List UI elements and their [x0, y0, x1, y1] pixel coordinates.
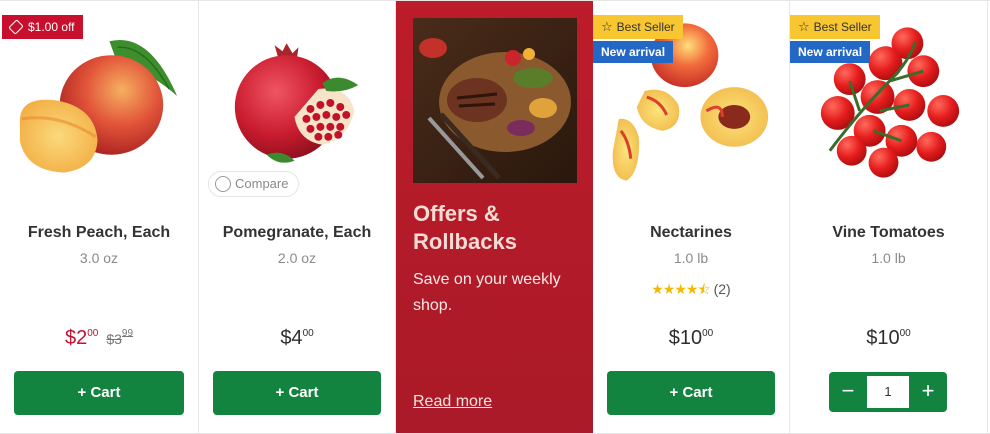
grilled-steak-image[interactable]	[413, 18, 577, 183]
discount-badge: $1.00 off	[2, 15, 83, 39]
best-seller-label: Best Seller	[813, 20, 872, 34]
best-seller-label: Best Seller	[616, 20, 675, 34]
product-name[interactable]: Pomegranate, Each	[199, 224, 395, 242]
add-to-cart-button[interactable]: + Cart	[607, 371, 775, 415]
was-price: $399	[106, 328, 134, 347]
promo-title: Offers & Rollbacks	[413, 201, 517, 254]
price-cents: 00	[302, 328, 314, 339]
add-to-cart-button[interactable]: + Cart	[14, 371, 184, 415]
product-card-peach[interactable]: $1.00 off Fresh Peach, Each 3.0 oz $200 $…	[0, 1, 199, 433]
product-card-pomegranate[interactable]: Compare Pomegranate, Each 2.0 oz $400 + …	[199, 1, 396, 433]
price-dollars: $10	[668, 327, 703, 349]
compare-circle-icon[interactable]	[215, 176, 231, 192]
new-arrival-badge: New arrival	[790, 41, 871, 63]
price-dollars: $2	[64, 327, 88, 349]
product-card-vine-tomatoes[interactable]: ☆ Best Seller New arrival Vine Tomatoes 1…	[790, 1, 988, 433]
rating-count: (2)	[713, 281, 731, 297]
product-size: 1.0 lb	[871, 250, 906, 266]
price-cents: 00	[899, 328, 911, 339]
promo-card[interactable]: Offers & Rollbacks Save on your weekly s…	[396, 1, 593, 433]
promo-text: Save on your weekly shop.	[413, 271, 561, 314]
product-card-nectarines[interactable]: ☆ Best Seller New arrival Nectarines 1.0 …	[593, 1, 790, 433]
price-cents: 00	[702, 328, 714, 339]
price-cents: 00	[87, 328, 99, 339]
star-outline-icon: ☆	[798, 19, 810, 34]
product-name[interactable]: Vine Tomatoes	[790, 224, 987, 242]
product-size: 1.0 lb	[673, 250, 709, 266]
price-dollars: $10	[866, 327, 900, 349]
best-seller-badge: ☆ Best Seller	[790, 15, 880, 39]
best-seller-badge: ☆ Best Seller	[593, 15, 683, 39]
quantity-stepper[interactable]: − 1 +	[829, 372, 947, 412]
product-price: $400	[199, 327, 395, 350]
product-name[interactable]: Fresh Peach, Each	[0, 224, 198, 242]
product-name[interactable]: Nectarines	[593, 224, 789, 242]
decrease-quantity-button[interactable]: −	[829, 372, 867, 412]
new-arrival-badge: New arrival	[593, 41, 674, 63]
product-size: 3.0 oz	[79, 250, 119, 266]
was-price-cents: 99	[121, 328, 134, 339]
was-price-dollars: $3	[106, 331, 122, 347]
product-carousel-row: $1.00 off Fresh Peach, Each 3.0 oz $200 $…	[0, 0, 990, 434]
add-to-cart-button[interactable]: + Cart	[213, 371, 381, 415]
product-size: 2.0 oz	[277, 250, 317, 266]
product-price: $1000	[593, 327, 789, 350]
product-price: $1000	[790, 327, 987, 350]
product-price: $200 $399	[0, 327, 198, 350]
discount-badge-label: $1.00 off	[28, 20, 75, 34]
compare-label: Compare	[235, 176, 289, 191]
price-tag-icon	[8, 19, 24, 35]
price-dollars: $4	[280, 327, 303, 349]
increase-quantity-button[interactable]: +	[909, 372, 947, 412]
quantity-value[interactable]: 1	[867, 376, 909, 408]
compare-checkbox[interactable]: Compare	[208, 171, 300, 197]
rating[interactable]: ★★★★⯪ (2)	[593, 279, 789, 303]
star-outline-icon: ☆	[601, 19, 613, 34]
rating-stars-icon: ★★★★⯪	[651, 281, 710, 297]
read-more-link[interactable]: Read more	[413, 393, 492, 411]
